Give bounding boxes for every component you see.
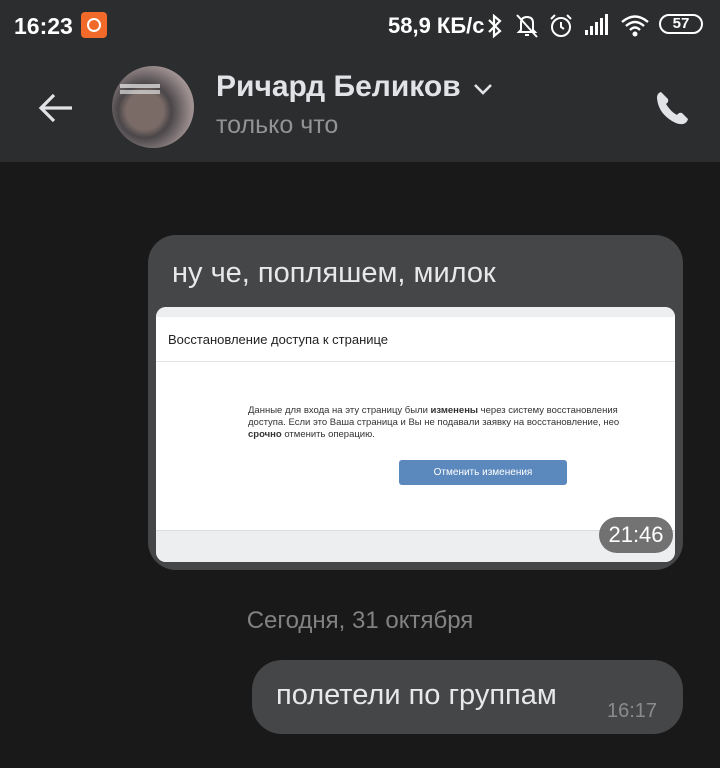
screenshot-footer (156, 530, 675, 562)
phone-icon[interactable] (652, 88, 692, 128)
message-time-badge: 21:46 (599, 517, 673, 553)
mute-icon (516, 14, 538, 38)
back-arrow-icon[interactable] (36, 88, 76, 128)
date-separator: Сегодня, 31 октября (246, 607, 474, 634)
wifi-icon (621, 15, 649, 37)
chevron-down-icon[interactable] (472, 82, 494, 96)
message-time: 16:17 (607, 700, 658, 722)
network-speed: 58,9 КБ/с (388, 13, 485, 38)
message-bubble[interactable]: ну че, попляшем, милок Восстановление до… (148, 235, 683, 570)
photo-attachment[interactable]: Восстановление доступа к странице Данные… (156, 307, 675, 562)
screenshot-body: Данные для входа на эту страницу были из… (248, 405, 620, 440)
message-text: ну че, попляшем, милок (172, 257, 496, 289)
avatar[interactable] (112, 66, 194, 148)
chat-header: Ричард Беликов только что (0, 52, 720, 162)
signal-icon (585, 14, 608, 35)
status-time: 16:23 (14, 13, 73, 39)
screenshot-title: Восстановление доступа к странице (168, 332, 389, 347)
contact-status: только что (216, 111, 339, 139)
battery-icon: 57 (659, 14, 703, 34)
contact-name[interactable]: Ричард Беликов (216, 70, 461, 104)
divider (156, 361, 675, 362)
message-bubble[interactable]: полетели по группам 16:17 (252, 660, 683, 734)
message-text: полетели по группам (276, 679, 557, 711)
bluetooth-icon (488, 13, 502, 39)
screenshot-topbar (156, 307, 675, 317)
screenshot-cancel-button: Отменить изменения (399, 460, 567, 485)
app-notification-icon (81, 12, 107, 38)
alarm-icon (550, 14, 572, 37)
status-bar: 16:23 58,9 КБ/с 57 (0, 0, 720, 52)
